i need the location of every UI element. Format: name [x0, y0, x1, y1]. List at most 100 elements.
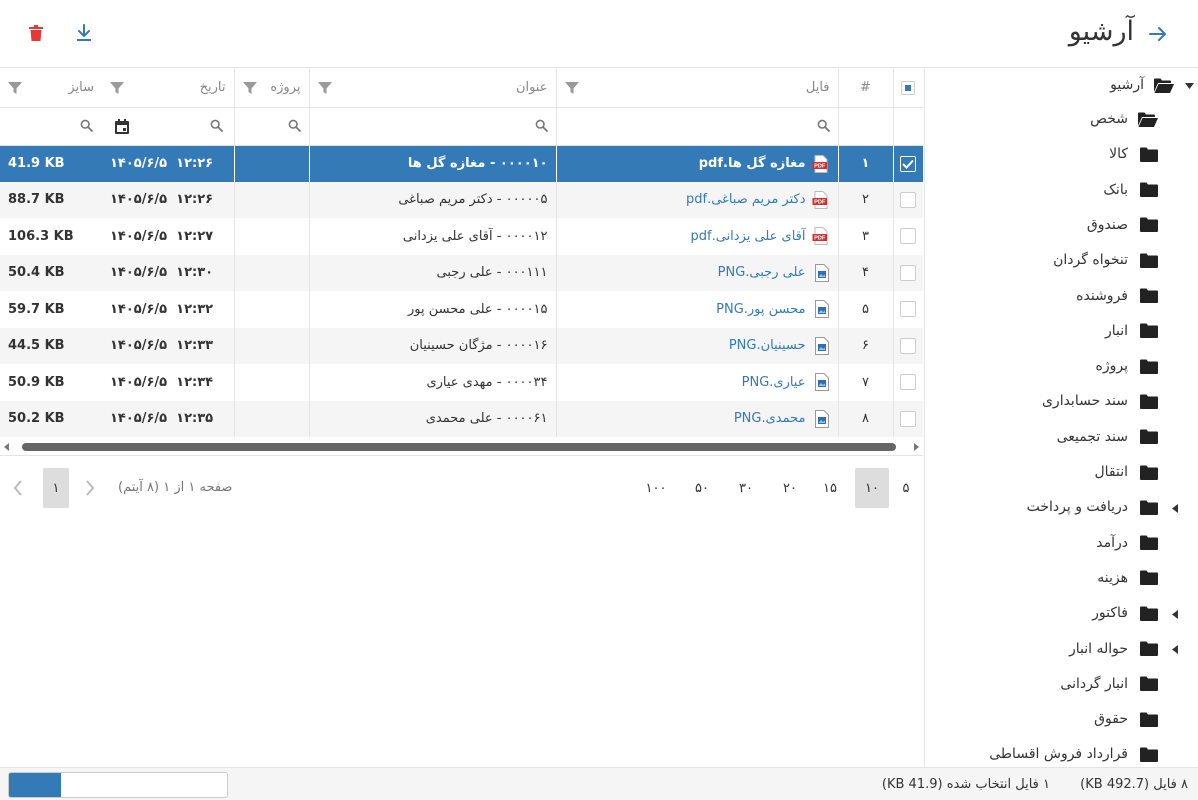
select-all-checkbox[interactable]: [901, 80, 915, 95]
col-select[interactable]: [893, 69, 923, 108]
cell-select[interactable]: [893, 145, 923, 182]
page-size-option[interactable]: ۲۰: [773, 468, 807, 508]
tree-item[interactable]: پروژه: [1096, 352, 1158, 380]
search-icon[interactable]: [817, 119, 830, 136]
row-checkbox[interactable]: [900, 374, 916, 391]
filter-icon[interactable]: [564, 81, 579, 95]
file-link[interactable]: محسن پور.PNG: [716, 302, 805, 317]
tree-item[interactable]: سند تجمیعی: [1057, 423, 1158, 451]
cell-select[interactable]: [893, 254, 923, 291]
filter-file[interactable]: [556, 107, 839, 146]
filter-size[interactable]: [0, 107, 102, 146]
filter-date[interactable]: [102, 107, 235, 146]
page-size-option[interactable]: ۵۰: [685, 468, 719, 508]
row-checkbox[interactable]: [900, 337, 916, 354]
search-icon[interactable]: [80, 119, 93, 136]
row-checkbox[interactable]: [900, 155, 916, 172]
cell-select[interactable]: [893, 400, 923, 437]
filter-icon[interactable]: [242, 81, 257, 95]
col-size[interactable]: سایز: [0, 69, 102, 108]
tree-item[interactable]: هزینه: [1097, 564, 1158, 592]
row-checkbox[interactable]: [900, 264, 916, 281]
table-row[interactable]: 41.9 KB ۱۴۰۵/۶/۵ ۱۲:۲۶ ۰۰۰۰۱۰ - مغازه گل ه…: [0, 145, 923, 182]
tree-item-root[interactable]: آرشیو: [1110, 71, 1174, 99]
next-page-button[interactable]: [80, 478, 100, 498]
table-row[interactable]: 44.5 KB ۱۴۰۵/۶/۵ ۱۲:۳۳ ۰۰۰۰۱۶ - مژگان حسین…: [0, 327, 923, 364]
tree-item[interactable]: کالا: [1109, 140, 1158, 168]
tree-expand-arrow[interactable]: [1170, 645, 1180, 655]
file-link[interactable]: آقای علی یزدانی.pdf: [691, 229, 806, 244]
file-link[interactable]: محمدی.PNG: [734, 411, 806, 426]
tree-item[interactable]: دریافت و پرداخت: [1027, 493, 1158, 521]
file-link[interactable]: علی رجبی.PNG: [718, 265, 806, 280]
horizontal-scrollbar[interactable]: [0, 439, 923, 455]
tree-item[interactable]: قرارداد فروش اقساطی: [989, 740, 1158, 767]
cell-title: ۰۰۰۱۱۱ - علی رجبی: [309, 254, 557, 291]
table-row[interactable]: 50.9 KB ۱۴۰۵/۶/۵ ۱۲:۳۴ ۰۰۰۰۳۴ - مهدی عیاری…: [0, 364, 923, 401]
file-link[interactable]: عیاری.PNG: [742, 375, 806, 390]
row-checkbox[interactable]: [900, 410, 916, 427]
search-icon[interactable]: [210, 119, 223, 136]
download-button[interactable]: [68, 18, 100, 48]
tree-item-label: تنخواه گردان: [1053, 252, 1128, 269]
tree-item[interactable]: تنخواه گردان: [1053, 246, 1158, 274]
page-size-option[interactable]: ۱۰: [855, 468, 889, 508]
page-button-current[interactable]: ۱: [43, 468, 69, 508]
file-link[interactable]: دکتر مریم صباغی.pdf: [686, 192, 806, 207]
cell-select[interactable]: [893, 218, 923, 255]
file-link[interactable]: حسینیان.PNG: [729, 338, 806, 353]
tree-item[interactable]: صندوق: [1087, 211, 1158, 239]
tree-item[interactable]: حواله انبار: [1069, 635, 1158, 663]
scroll-right-arrow[interactable]: [911, 442, 921, 452]
back-button[interactable]: [1144, 20, 1172, 48]
tree-item[interactable]: فاکتور: [1092, 599, 1158, 627]
tree-item[interactable]: بانک: [1103, 176, 1158, 204]
tree-expand-arrow[interactable]: [1170, 609, 1180, 619]
tree-item-label: حقوق: [1094, 711, 1128, 728]
page-size-option[interactable]: ۳۰: [729, 468, 763, 508]
row-checkbox[interactable]: [900, 228, 916, 245]
tree-item[interactable]: درآمد: [1096, 529, 1158, 557]
col-file[interactable]: فایل: [556, 69, 839, 108]
search-icon[interactable]: [535, 119, 548, 136]
tree-item[interactable]: حقوق: [1094, 705, 1158, 733]
scrollbar-thumb[interactable]: [22, 443, 896, 451]
tree-item[interactable]: انبار: [1105, 317, 1158, 345]
cell-select[interactable]: [893, 181, 923, 218]
filter-icon[interactable]: [110, 81, 124, 95]
tree-item[interactable]: انتقال: [1094, 458, 1158, 486]
filter-icon[interactable]: [317, 81, 332, 95]
prev-page-button[interactable]: [8, 478, 28, 498]
search-icon[interactable]: [288, 119, 301, 136]
filter-title[interactable]: [309, 107, 557, 146]
cell-select[interactable]: [893, 291, 923, 328]
file-link[interactable]: مغازه گل ها.pdf: [699, 156, 806, 171]
filter-project[interactable]: [234, 107, 310, 146]
page-size-option[interactable]: ۱۵: [813, 468, 847, 508]
row-checkbox[interactable]: [900, 191, 916, 208]
table-row[interactable]: 50.2 KB ۱۴۰۵/۶/۵ ۱۲:۳۵ ۰۰۰۰۶۱ - علی محمدی م…: [0, 400, 923, 437]
page-size-option[interactable]: ۱۰۰: [639, 468, 673, 508]
table-row[interactable]: 59.7 KB ۱۴۰۵/۶/۵ ۱۲:۳۲ ۰۰۰۰۱۵ - علی محسن پ…: [0, 291, 923, 328]
table-row[interactable]: 106.3 KB ۱۴۰۵/۶/۵ ۱۲:۲۷ ۰۰۰۰۱۲ - آقای علی …: [0, 218, 923, 255]
tree-expand-arrow[interactable]: [1170, 503, 1180, 513]
tree-item[interactable]: شخص: [1090, 105, 1158, 133]
scroll-left-arrow[interactable]: [2, 442, 12, 452]
page-size-option[interactable]: ۵: [889, 468, 923, 508]
filter-icon[interactable]: [8, 81, 22, 95]
cell-num: ۱: [838, 145, 894, 182]
cell-select[interactable]: [893, 364, 923, 401]
tree-item[interactable]: سند حسابداری: [1042, 387, 1158, 415]
col-date[interactable]: تاریخ: [102, 69, 235, 108]
col-title[interactable]: عنوان: [309, 69, 557, 108]
tree-item[interactable]: انبار گردانی: [1060, 670, 1158, 698]
cell-select[interactable]: [893, 327, 923, 364]
tree-toggle-arrow[interactable]: [1184, 81, 1194, 91]
col-project[interactable]: پروژه: [234, 69, 310, 108]
table-row[interactable]: 50.4 KB ۱۴۰۵/۶/۵ ۱۲:۳۰ ۰۰۰۱۱۱ - علی رجبی عل…: [0, 254, 923, 291]
tree-item[interactable]: فروشنده: [1076, 282, 1158, 310]
table-row[interactable]: 88.7 KB ۱۴۰۵/۶/۵ ۱۲:۲۶ ۰۰۰۰۰۵ - دکتر مریم …: [0, 181, 923, 218]
calendar-icon[interactable]: [114, 118, 130, 139]
row-checkbox[interactable]: [900, 301, 916, 318]
delete-button[interactable]: [20, 18, 52, 48]
